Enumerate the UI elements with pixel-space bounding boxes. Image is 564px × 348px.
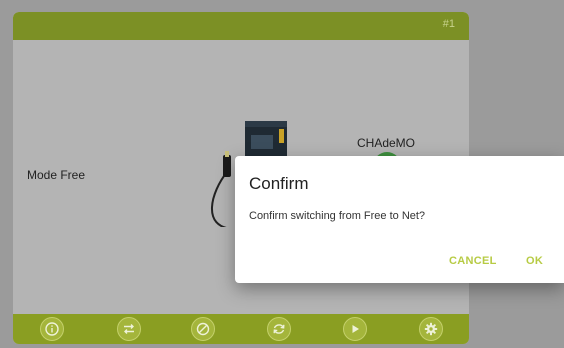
confirm-dialog: Confirm Confirm switching from Free to N… (235, 156, 564, 283)
dialog-message: Confirm switching from Free to Net? (249, 210, 426, 222)
cancel-button[interactable]: CANCEL (449, 255, 497, 267)
ok-button[interactable]: OK (526, 255, 543, 267)
dialog-title: Confirm (249, 174, 309, 193)
